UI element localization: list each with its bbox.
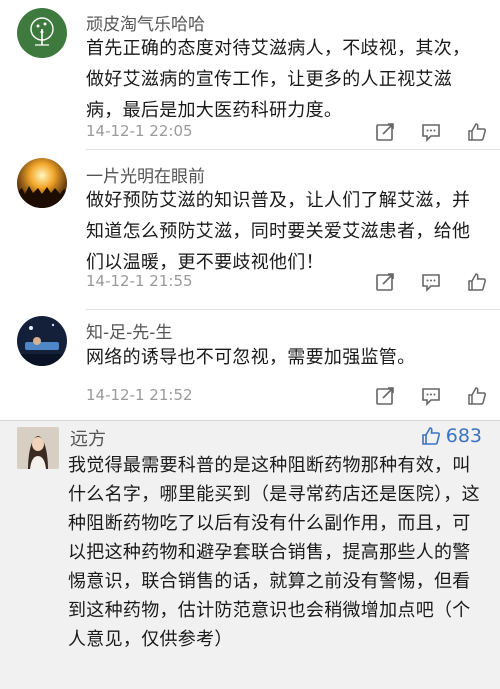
comment-text: 做好预防艾滋的知识普及，让人们了解艾滋，并知道怎么预防艾滋，同时要关爱艾滋患者，… [86, 190, 471, 273]
portrait-avatar-icon[interactable] [17, 427, 59, 469]
night-scene-avatar-icon[interactable] [17, 316, 67, 366]
comment-actions [374, 385, 488, 407]
comment-text: 我觉得最需要科普的是这种阻断药物那种有效，叫什么名字，哪里能买到（是寻常药店还是… [68, 455, 480, 650]
like-icon [421, 427, 440, 445]
featured-comment: 远方 683 我觉得最需要科普的是这种阻断药物那种有效，叫什么名字，哪里能买到（… [0, 420, 500, 689]
like-icon[interactable] [466, 385, 488, 407]
share-icon[interactable] [374, 121, 396, 143]
like-icon[interactable] [466, 121, 488, 143]
comment-time: 14-12-1 21:52 [86, 386, 193, 404]
like-icon[interactable] [466, 271, 488, 293]
share-icon[interactable] [374, 385, 396, 407]
comment-icon[interactable] [420, 271, 442, 293]
comment-username[interactable]: 顽皮淘气乐哈哈 [86, 10, 205, 35]
comment-text: 首先正确的态度对待艾滋病人，不歧视，其次，做好艾滋病的宣传工作，让更多的人正视艾… [86, 38, 471, 121]
comment-item: 顽皮淘气乐哈哈 首先正确的态度对待艾滋病人，不歧视，其次，做好艾滋病的宣传工作，… [0, 0, 500, 150]
comment-item: 知-足-先-生 网络的诱导也不可忽视，需要加强监管。 14-12-1 21:52 [0, 310, 500, 420]
crowd-light-avatar-icon[interactable] [17, 158, 67, 208]
comment-time: 14-12-1 21:55 [86, 272, 193, 290]
comment-icon[interactable] [420, 385, 442, 407]
comment-item: 一片光明在眼前 做好预防艾滋的知识普及，让人们了解艾滋，并知道怎么预防艾滋，同时… [0, 150, 500, 310]
comment-username[interactable]: 远方 [70, 425, 106, 451]
like-count-button[interactable]: 683 [420, 425, 482, 447]
share-icon[interactable] [374, 271, 396, 293]
like-count: 683 [445, 425, 482, 447]
comment-username[interactable]: 知-足-先-生 [86, 318, 172, 343]
comment-text: 网络的诱导也不可忽视，需要加强监管。 [86, 347, 416, 368]
comment-actions [374, 271, 488, 293]
comment-icon[interactable] [420, 121, 442, 143]
comment-actions [374, 121, 488, 143]
comment-username[interactable]: 一片光明在眼前 [86, 162, 205, 187]
comment-time: 14-12-1 22:05 [86, 122, 193, 140]
tree-avatar-icon[interactable] [17, 8, 67, 58]
